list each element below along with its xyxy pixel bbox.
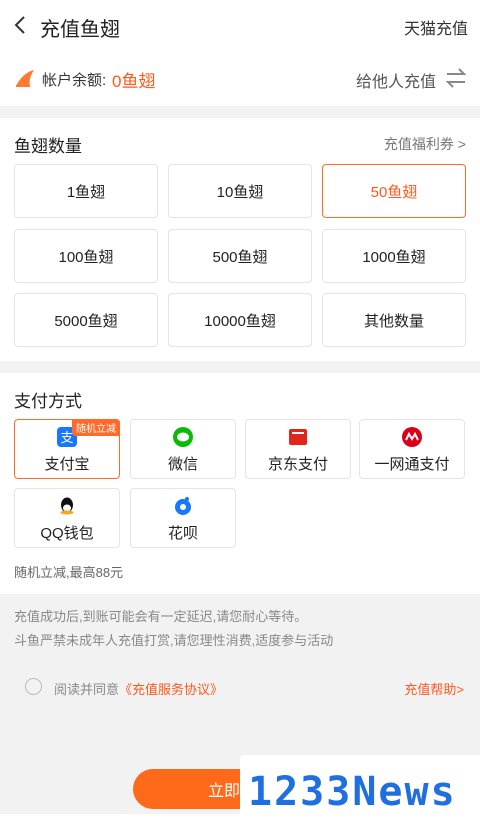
pay-method-label: 微信	[167, 456, 198, 473]
amount-option[interactable]: 10鱼翅	[168, 164, 312, 218]
pay-method-jd[interactable]: 京东支付	[245, 419, 351, 479]
fin-icon	[16, 70, 34, 87]
payment-section-title: 支付方式	[14, 392, 82, 411]
amount-option[interactable]: 500鱼翅	[168, 229, 312, 283]
amount-option-other[interactable]: 其他数量	[322, 293, 466, 347]
pay-method-cmb[interactable]: 一网通支付	[359, 419, 465, 479]
pay-method-label: 一网通支付	[374, 456, 450, 473]
agreement-text: 阅读并同意《充值服务协议》	[54, 679, 223, 698]
balance-value: 0鱼翅	[112, 72, 156, 91]
coupon-link[interactable]: 充值福利券 >	[384, 134, 466, 154]
amount-section-title: 鱼翅数量	[14, 137, 82, 156]
watermark: 1233News	[240, 755, 480, 835]
amount-option[interactable]: 1000鱼翅	[322, 229, 466, 283]
section-divider	[0, 106, 480, 118]
pay-method-label: 花呗	[167, 525, 198, 542]
agreement-prefix: 阅读并同意	[54, 682, 120, 697]
qq-icon	[60, 497, 74, 515]
promo-text: 随机立减,最高88元	[14, 565, 124, 580]
huabei-icon	[175, 497, 191, 515]
back-arrow-icon[interactable]	[10, 12, 32, 38]
amount-option[interactable]: 10000鱼翅	[168, 293, 312, 347]
wechat-icon	[173, 427, 193, 447]
notice-line: 斗鱼严禁未成年人充值打赏,请您理性消费,适度参与活动	[14, 633, 334, 648]
amount-option[interactable]: 5000鱼翅	[14, 293, 158, 347]
watermark-text: 1233News	[248, 769, 457, 815]
pay-method-huabei[interactable]: 花呗	[130, 488, 236, 548]
recharge-help-link[interactable]: 充值帮助>	[404, 679, 464, 698]
pay-method-alipay[interactable]: 支 支付宝 随机立减	[14, 419, 120, 479]
agreement-radio[interactable]	[25, 678, 42, 695]
service-agreement-link[interactable]: 《充值服务协议》	[119, 682, 223, 697]
top-bar: 充值鱼翅 天猫充值	[0, 0, 480, 52]
balance-label: 帐户余额:	[42, 72, 107, 89]
tmall-recharge-link[interactable]: 天猫充值	[404, 15, 468, 39]
gift-recharge-link[interactable]: 给他人充值	[356, 68, 436, 92]
pay-method-label: 支付宝	[44, 456, 90, 473]
pay-method-wechat[interactable]: 微信	[130, 419, 236, 479]
notice-line: 充值成功后,到账可能会有一定延迟,请您耐心等待。	[14, 609, 308, 624]
amount-option-selected[interactable]: 50鱼翅	[322, 164, 466, 218]
swap-icon[interactable]	[444, 67, 468, 89]
balance-row: 帐户余额: 0鱼翅 给他人充值	[0, 55, 480, 101]
page-title: 充值鱼翅	[40, 19, 120, 41]
jd-pay-icon	[289, 429, 307, 445]
random-discount-badge: 随机立减	[72, 419, 120, 436]
section-divider	[0, 361, 480, 373]
pay-method-label: QQ钱包	[40, 525, 94, 542]
cmb-icon	[402, 427, 422, 447]
pay-method-qq[interactable]: QQ钱包	[14, 488, 120, 548]
amount-option[interactable]: 100鱼翅	[14, 229, 158, 283]
pay-method-label: 京东支付	[267, 456, 328, 473]
amount-option[interactable]: 1鱼翅	[14, 164, 158, 218]
